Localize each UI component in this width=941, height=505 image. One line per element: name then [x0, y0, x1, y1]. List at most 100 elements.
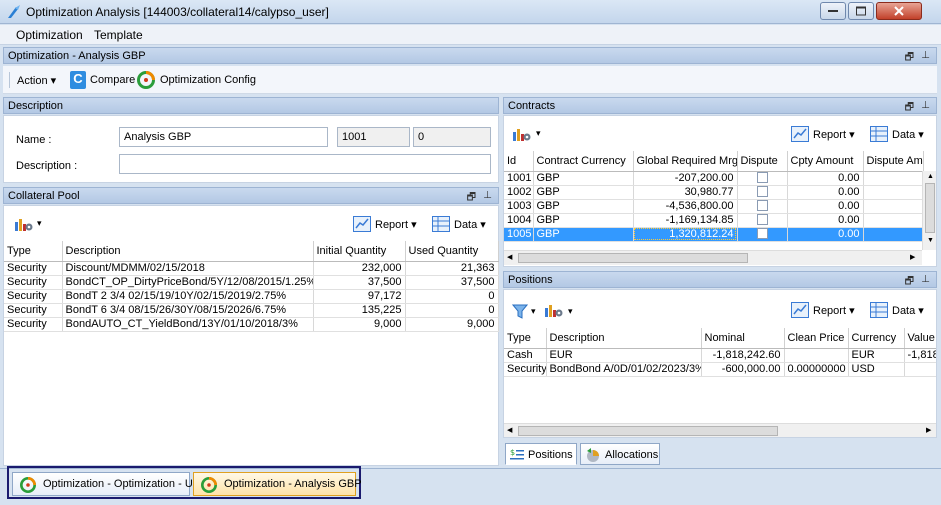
report-icon[interactable] — [353, 216, 371, 232]
column-header[interactable]: Description — [62, 241, 314, 262]
report-button[interactable]: Report ▾ — [375, 218, 417, 231]
column-header[interactable]: Id — [504, 151, 534, 172]
bottom-tab-analysis-gbp[interactable]: Optimization - Analysis GBP — [193, 472, 362, 496]
pin-icon[interactable]: ⊥ — [483, 190, 492, 201]
column-header[interactable]: Initial Quantity — [313, 241, 406, 262]
filter-icon[interactable] — [512, 304, 528, 320]
name-label: Name : — [16, 134, 52, 146]
data-icon[interactable] — [870, 302, 888, 318]
chevron-down-icon[interactable]: ▾ — [531, 306, 536, 317]
scroll-thumb[interactable] — [518, 253, 748, 263]
optimization-config-icon[interactable] — [137, 71, 155, 89]
optimization-config-button[interactable]: Optimization Config — [160, 74, 256, 86]
cell-description: BondAUTO_CT_YieldBond/13Y/01/10/2018/3% — [62, 317, 314, 332]
table-row[interactable]: Security BondT 2 3/4 02/15/19/10Y/02/15/2… — [4, 289, 499, 304]
column-header[interactable]: Clean Price — [784, 328, 849, 349]
table-row[interactable]: Security BondBond A/0D/01/02/2023/3% -600,… — [504, 362, 936, 377]
name-field[interactable]: Analysis GBP — [119, 127, 328, 147]
cell-initial-quantity: 37,500 — [313, 275, 406, 290]
column-header[interactable]: Global Required Mrg — [633, 151, 738, 172]
maximize-button[interactable] — [848, 2, 874, 20]
positions-horizontal-scrollbar[interactable]: ◀ ▶ — [504, 423, 936, 437]
cell-required-margin: 30,980.77 — [633, 185, 738, 200]
scroll-right-icon[interactable]: ▶ — [910, 253, 915, 261]
pin-icon[interactable]: ⊥ — [921, 100, 930, 111]
cell-required-margin: -207,200.00 — [633, 171, 738, 186]
menu-template[interactable]: Template — [94, 28, 143, 42]
minimize-button[interactable] — [820, 2, 846, 20]
column-header[interactable]: Currency — [848, 328, 905, 349]
cell-value — [904, 362, 936, 377]
chevron-down-icon[interactable]: ▾ — [37, 218, 42, 229]
column-header[interactable]: Used Quantity — [405, 241, 499, 262]
scroll-down-icon[interactable]: ▼ — [927, 237, 934, 244]
scroll-up-icon[interactable]: ▲ — [927, 173, 934, 180]
dispute-checkbox[interactable] — [756, 186, 768, 198]
report-icon[interactable] — [791, 302, 809, 318]
pin-icon[interactable]: ⊥ — [921, 50, 930, 61]
scroll-right-icon[interactable]: ▶ — [926, 426, 931, 434]
data-button[interactable]: Data ▾ — [892, 304, 924, 317]
column-header[interactable]: Value — [904, 328, 936, 349]
table-row[interactable]: Security Discount/MDMM/02/15/2018 232,000 2… — [4, 261, 499, 276]
title-bar: Optimization Analysis [144003/collateral… — [0, 0, 941, 24]
collateral-pool-toolbar: ▾ Report ▾ Data ▾ — [4, 206, 498, 240]
dispute-checkbox[interactable] — [756, 214, 768, 226]
column-header[interactable]: Description — [546, 328, 702, 349]
chart-settings-icon[interactable] — [544, 302, 564, 318]
data-icon[interactable] — [870, 126, 888, 142]
compare-button[interactable]: Compare — [90, 74, 135, 86]
table-row[interactable]: Security BondCT_OP_DirtyPriceBond/5Y/12/0… — [4, 275, 499, 290]
scroll-left-icon[interactable]: ◀ — [507, 426, 512, 434]
float-icon[interactable]: 🗗 — [905, 50, 914, 67]
data-button[interactable]: Data ▾ — [454, 218, 486, 231]
tab-positions[interactable]: $ Positions — [505, 443, 577, 465]
column-header[interactable]: Dispute — [737, 151, 788, 172]
dispute-checkbox[interactable] — [756, 228, 768, 240]
table-row[interactable]: Security BondT 6 3/4 08/15/26/30Y/08/15/2… — [4, 303, 499, 318]
table-row[interactable]: 1002 GBP 30,980.77 0.00 — [504, 185, 924, 200]
scroll-left-icon[interactable]: ◀ — [507, 253, 512, 261]
chart-settings-icon[interactable] — [14, 216, 34, 232]
column-header[interactable]: Contract Currency — [533, 151, 634, 172]
table-row[interactable]: 1003 GBP -4,536,800.00 0.00 — [504, 199, 924, 214]
table-row[interactable]: 1001 GBP -207,200.00 0.00 — [504, 171, 924, 186]
tab-allocations[interactable]: Allocations — [580, 443, 660, 465]
compare-icon[interactable]: C — [70, 71, 86, 89]
column-header[interactable]: Nominal — [701, 328, 785, 349]
menu-optimization[interactable]: Optimization — [16, 28, 83, 42]
chart-settings-icon[interactable] — [512, 126, 532, 142]
description-field[interactable] — [119, 154, 491, 174]
close-button[interactable] — [876, 2, 922, 20]
app-icon — [8, 5, 20, 18]
dispute-checkbox[interactable] — [756, 200, 768, 212]
bottom-tab-optimization-usd[interactable]: Optimization - Optimization - USD — [12, 472, 208, 496]
column-header[interactable]: Cpty Amount — [787, 151, 864, 172]
cell-type: Security — [4, 275, 63, 290]
dispute-checkbox[interactable] — [756, 172, 768, 184]
chevron-down-icon[interactable]: ▾ — [568, 306, 573, 317]
table-row-selected[interactable]: 1005 GBP 1,320,812.24 0.00 — [504, 227, 924, 242]
pin-icon[interactable]: ⊥ — [921, 274, 930, 285]
contracts-horizontal-scrollbar[interactable]: ◀ ▶ — [504, 250, 922, 265]
scroll-thumb[interactable] — [518, 426, 778, 436]
table-row[interactable]: Security BondAUTO_CT_YieldBond/13Y/01/10/… — [4, 317, 499, 332]
table-row[interactable]: Cash EUR -1,818,242.60 EUR -1,818 — [504, 348, 936, 363]
action-menu-button[interactable]: Action ▾ — [17, 74, 56, 87]
report-button[interactable]: Report ▾ — [813, 128, 855, 141]
column-header[interactable]: Type — [504, 328, 547, 349]
report-button[interactable]: Report ▾ — [813, 304, 855, 317]
column-header[interactable]: Type — [4, 241, 63, 262]
data-icon[interactable] — [432, 216, 450, 232]
scroll-thumb[interactable] — [925, 183, 935, 233]
column-header[interactable]: Dispute Amo — [863, 151, 924, 172]
cell-used-quantity: 9,000 — [405, 317, 499, 332]
report-icon[interactable] — [791, 126, 809, 142]
chevron-down-icon[interactable]: ▾ — [536, 128, 541, 139]
cell-required-margin[interactable]: 1,320,812.24 — [633, 227, 738, 242]
table-row[interactable]: 1004 GBP -1,169,134.85 0.00 — [504, 213, 924, 228]
cell-initial-quantity: 97,172 — [313, 289, 406, 304]
data-button[interactable]: Data ▾ — [892, 128, 924, 141]
contracts-vertical-scrollbar[interactable]: ▲ ▼ — [922, 171, 936, 250]
cell-nominal: -600,000.00 — [701, 362, 785, 377]
